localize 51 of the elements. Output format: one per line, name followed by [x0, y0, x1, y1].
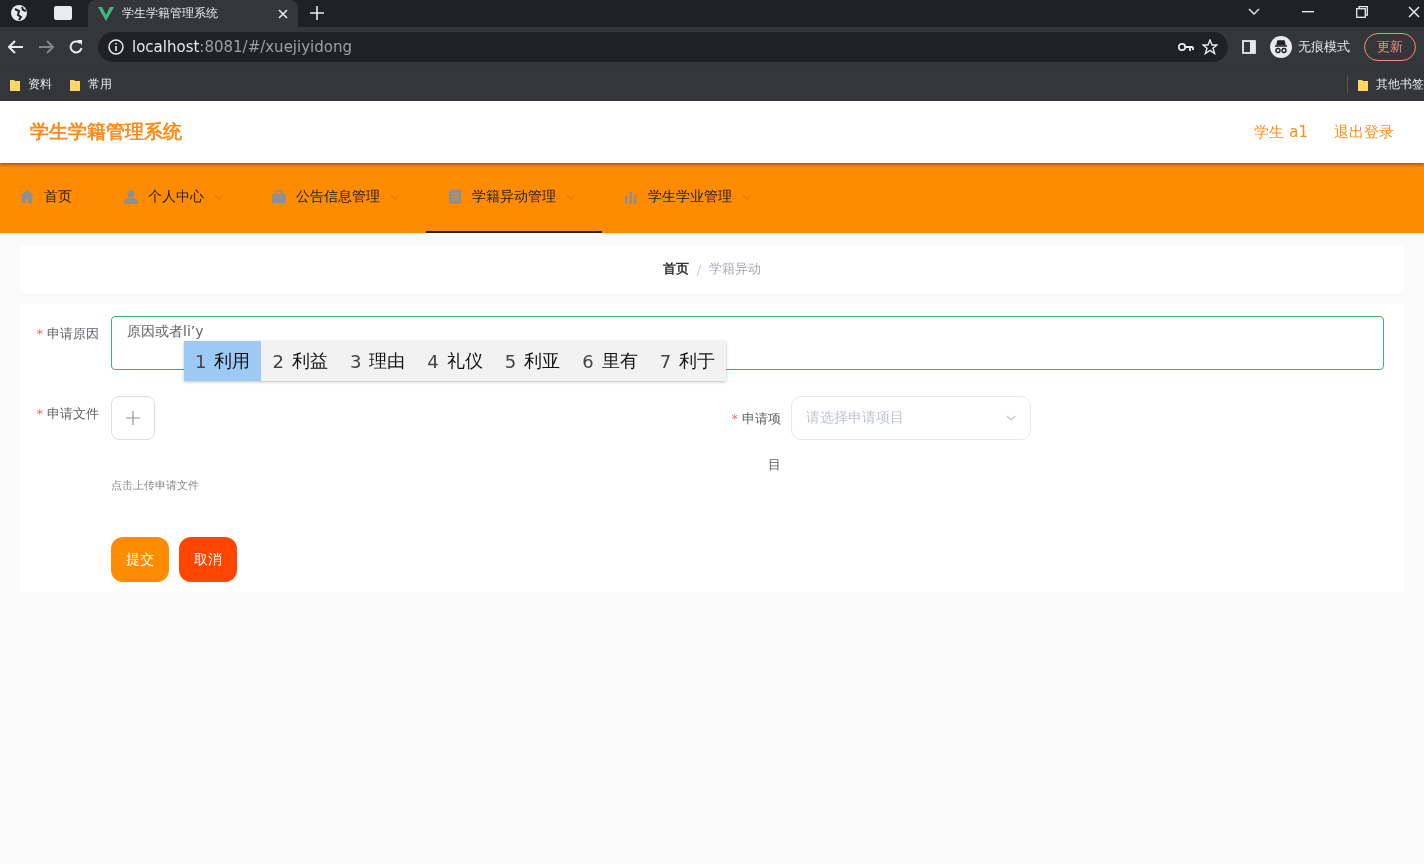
address-bar[interactable]: localhost:8081/#/xuejiyidong	[98, 32, 1228, 62]
required-mark: *	[731, 410, 738, 428]
breadcrumb-current: 学籍异动	[709, 260, 762, 278]
required-mark: *	[36, 326, 43, 341]
field-label: 申请文件	[47, 406, 99, 421]
folder-icon	[1358, 78, 1368, 91]
required-mark: *	[36, 406, 43, 421]
incognito-icon	[1270, 36, 1292, 58]
minimize-icon[interactable]	[1302, 11, 1314, 13]
star-icon[interactable]	[1202, 39, 1218, 55]
nav-tab[interactable]: 个人中心	[102, 163, 250, 233]
document-icon	[448, 190, 462, 204]
nav-tab[interactable]: 学籍异动管理	[426, 163, 602, 233]
plus-icon	[126, 411, 140, 425]
nav-tab[interactable]: 公告信息管理	[250, 163, 426, 233]
bookmark[interactable]: 常用	[70, 76, 112, 93]
ime-candidate[interactable]: 1 利用	[184, 341, 262, 381]
folder-icon	[10, 78, 20, 91]
reload-icon[interactable]	[68, 39, 84, 55]
back-icon[interactable]	[8, 40, 24, 54]
user-name: 学生 a1	[1254, 122, 1308, 142]
restore-icon[interactable]	[1356, 6, 1368, 18]
url-text: localhost:8081/#/xuejiyidong	[132, 38, 352, 56]
nav-tab[interactable]: 首页	[0, 163, 102, 233]
side-panel-icon[interactable]	[1242, 40, 1256, 54]
tab-search-icon[interactable]	[1248, 8, 1260, 16]
briefcase-icon	[272, 190, 286, 204]
field-label: 申请原因	[47, 326, 99, 341]
close-icon[interactable]	[278, 8, 288, 19]
v-logo-icon	[98, 6, 114, 21]
forward-icon[interactable]	[38, 40, 54, 54]
home-icon	[20, 190, 34, 204]
key-icon[interactable]	[1178, 42, 1194, 52]
bar-chart-icon	[624, 190, 638, 204]
new-tab-icon[interactable]	[310, 6, 324, 20]
app-title: 学生学籍管理系统	[30, 119, 183, 144]
field-label: 申请项目	[742, 410, 781, 474]
folder-icon	[70, 78, 80, 91]
close-icon[interactable]	[1408, 6, 1420, 18]
bookmark[interactable]: 其他书签	[1358, 76, 1424, 93]
browser-tab[interactable]: 学生学籍管理系统	[88, 0, 298, 27]
person-icon	[124, 190, 138, 204]
upload-hint: 点击上传申请文件	[111, 478, 200, 493]
breadcrumb-separator: /	[696, 261, 702, 277]
info-icon	[108, 39, 124, 55]
chevron-down-icon	[1006, 415, 1016, 421]
globe-icon[interactable]	[10, 4, 28, 22]
bookmark[interactable]: 资料	[10, 76, 52, 93]
breadcrumb-link[interactable]: 首页	[662, 260, 689, 278]
nav-tab[interactable]: 学生学业管理	[602, 163, 778, 233]
incognito-button[interactable]: 无痕模式	[1270, 36, 1350, 58]
